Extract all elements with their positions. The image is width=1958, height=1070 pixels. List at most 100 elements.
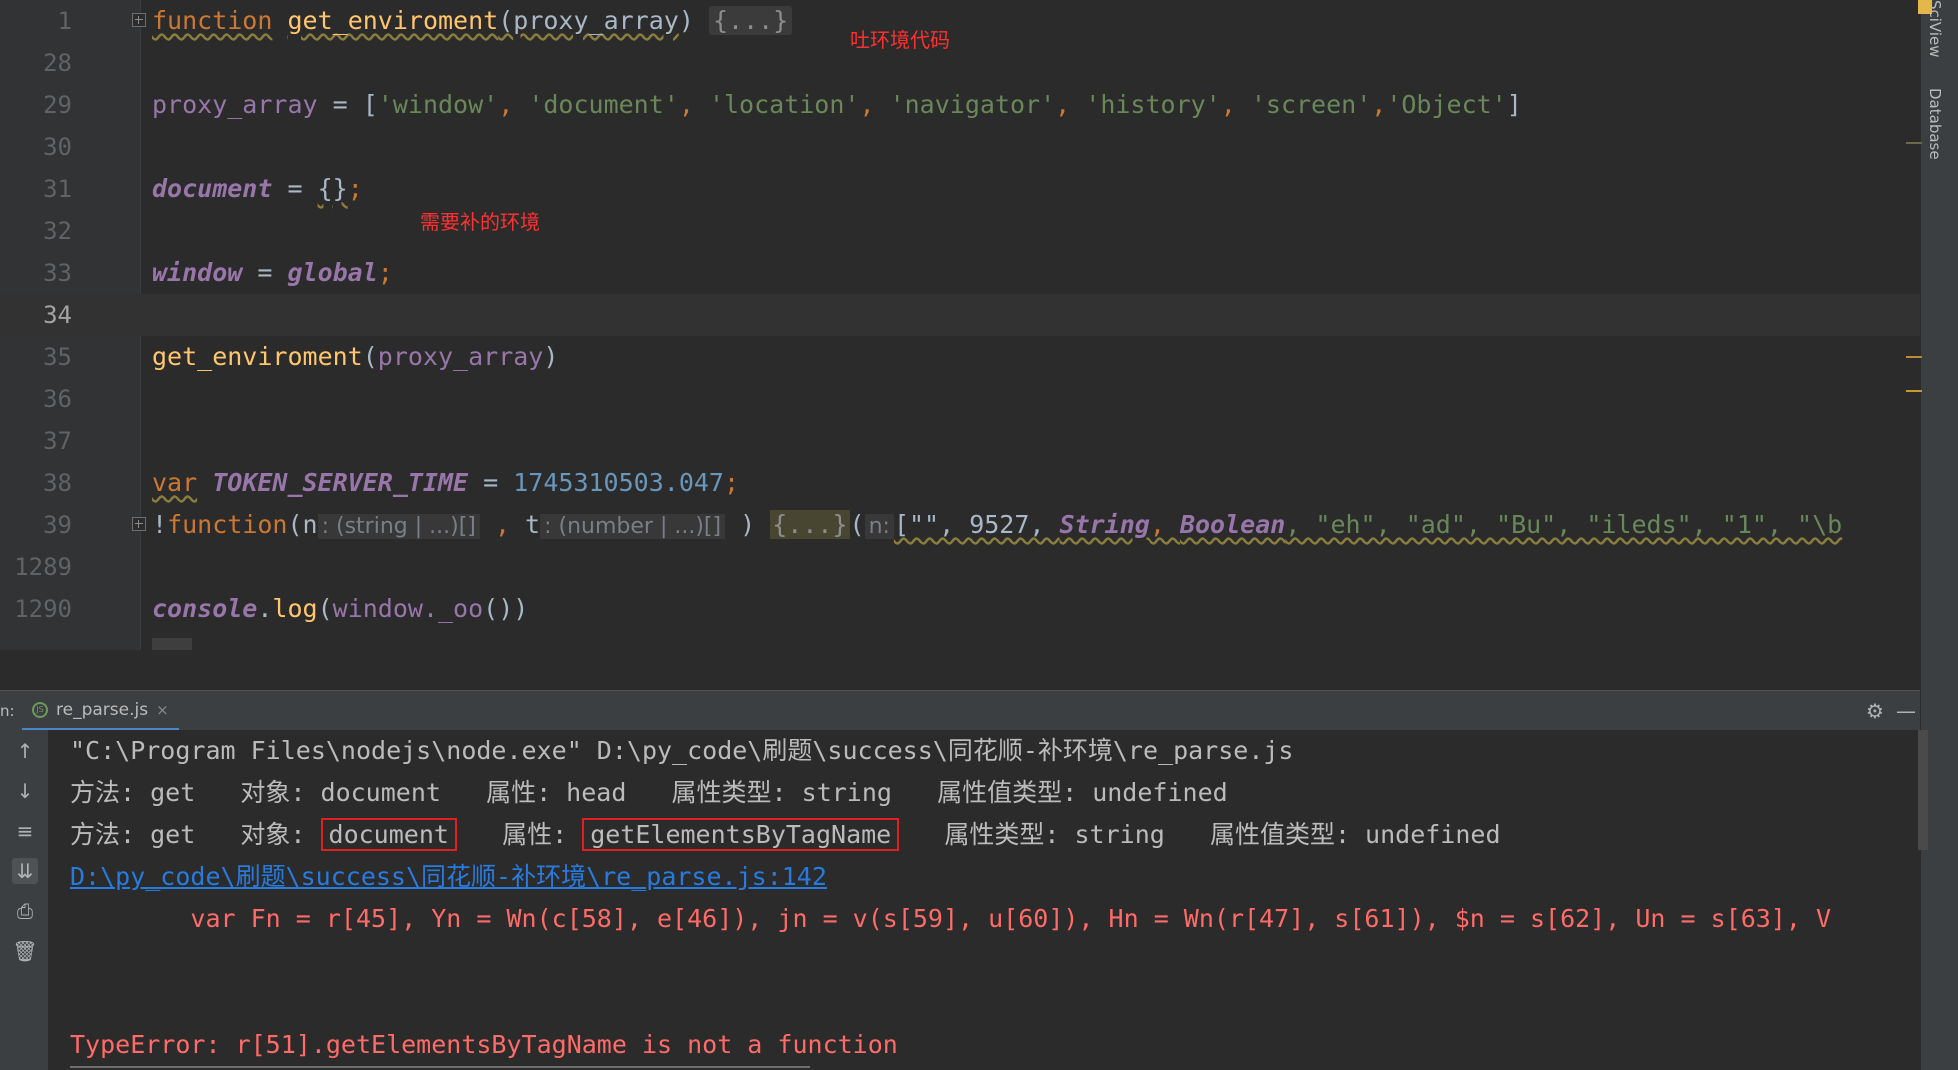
gear-icon[interactable]: ⚙ (1866, 699, 1884, 723)
code-line[interactable]: 1 function get_enviroment(proxy_array) {… (0, 0, 1920, 42)
argument: proxy_array (377, 342, 544, 371)
separator: , (1149, 510, 1180, 539)
console-selection-underline (70, 1066, 810, 1068)
code-line[interactable]: 1290 console.log(window._oo()) (0, 588, 1920, 630)
database-tab[interactable]: Database (1926, 88, 1944, 160)
keyword: function (152, 6, 273, 35)
keyword: function (167, 510, 288, 539)
run-tab-re-parse[interactable]: JS re_parse.js × (22, 691, 179, 731)
highlighted-property: getElementsByTagName (582, 818, 900, 851)
array-literal: ["", 9527, (893, 510, 1060, 539)
soft-wrap-icon[interactable]: ≡ (12, 818, 38, 844)
code-line[interactable]: 1289 (0, 546, 1920, 588)
code-line[interactable]: 29 proxy_array = ['window', 'document', … (0, 84, 1920, 126)
fold-expand-icon[interactable] (132, 13, 146, 27)
global-variable: document (152, 174, 273, 203)
variable: proxy_array (152, 90, 318, 119)
code-text: var TOKEN_SERVER_TIME = 1745310503.047; (152, 462, 739, 504)
global-variable: window (152, 258, 243, 287)
semicolon: ; (723, 468, 740, 497)
line-number: 37 (43, 427, 72, 455)
string-literal: 'navigator' (889, 90, 1056, 119)
operator: = (468, 468, 514, 497)
code-line[interactable]: 31 document = {}; (0, 168, 1920, 210)
separator: , (678, 90, 709, 119)
line-number: 35 (43, 343, 72, 371)
separator: , (1055, 90, 1086, 119)
semicolon: ; (377, 258, 393, 287)
function-name: get_enviroment (287, 6, 499, 35)
line-number: 1 (57, 7, 72, 35)
method-call: log (272, 594, 318, 623)
code-text: document = {}; (152, 168, 363, 210)
constant: TOKEN_SERVER_TIME (212, 468, 469, 497)
code-line[interactable]: 33 window = global; (0, 252, 1920, 294)
scroll-marker[interactable] (1906, 390, 1922, 392)
line-number: 34 (43, 301, 72, 329)
line-number: 38 (43, 469, 72, 497)
code-line[interactable]: 28 (0, 42, 1920, 84)
folded-block[interactable]: {...} (708, 6, 793, 35)
run-label: n: (0, 702, 15, 720)
operator: = (242, 258, 288, 287)
dot: . (257, 594, 273, 623)
nodejs-icon: JS (32, 701, 48, 718)
type-hint: : (string | ...)[] (317, 514, 480, 539)
code-line[interactable]: 36 (0, 378, 1920, 420)
operator: = [ (317, 90, 378, 119)
param-hint: n: (864, 514, 894, 539)
minimize-icon[interactable]: — (1896, 699, 1916, 723)
global-value: Boolean (1179, 510, 1286, 539)
code-editor[interactable]: 1 function get_enviroment(proxy_array) {… (0, 0, 1920, 650)
fold-expand-icon[interactable] (132, 517, 146, 531)
separator: , (859, 90, 890, 119)
console-file-link-line: D:\py_code\刷题\success\同花顺-补环境\re_parse.j… (70, 856, 827, 898)
warning-marker-icon[interactable] (1918, 0, 1932, 14)
scroll-to-end-icon[interactable]: ⇊ (12, 858, 38, 884)
output-text: 方法: get 对象: (70, 820, 321, 849)
line-number: 32 (43, 217, 72, 245)
print-icon[interactable]: ⎙ (12, 898, 38, 924)
separator: , (1371, 90, 1387, 119)
current-code-line[interactable]: 34 (0, 294, 1920, 336)
scroll-marker[interactable] (1906, 142, 1922, 144)
code-text: get_enviroment(proxy_array) (152, 336, 558, 378)
line-number: 36 (43, 385, 72, 413)
file-link[interactable]: D:\py_code\刷题\success\同花顺-补环境\re_parse.j… (70, 862, 827, 891)
close-icon[interactable]: × (156, 701, 169, 719)
code-line[interactable]: 32 (0, 210, 1920, 252)
console-error-code: var Fn = r[45], Yn = Wn(c[58], e[46]), j… (70, 904, 1831, 933)
console-command-line: "C:\Program Files\nodejs\node.exe" D:\py… (70, 736, 1294, 765)
right-tool-strip (1920, 0, 1958, 1070)
scroll-marker[interactable] (1906, 356, 1922, 358)
clear-all-icon[interactable]: 🗑 (12, 938, 38, 964)
line-number: 28 (43, 49, 72, 77)
console-output-line: 方法: get 对象: document 属性: getElementsByTa… (70, 814, 1501, 856)
code-line[interactable]: 39 !function(n: (string | ...)[] , t: (n… (0, 504, 1920, 546)
code-line[interactable]: 38 var TOKEN_SERVER_TIME = 1745310503.04… (0, 462, 1920, 504)
bracket: ] (1506, 90, 1522, 119)
code-line[interactable]: 37 (0, 420, 1920, 462)
string-literal: , "eh", "ad", "Bu", "ileds", "1", "\b (1285, 510, 1843, 539)
code-line[interactable]: 30 (0, 126, 1920, 168)
code-line[interactable]: 35 get_enviroment(proxy_array) (0, 336, 1920, 378)
line-number: 1290 (14, 595, 72, 623)
argument: window (332, 594, 423, 623)
keyword: var (152, 468, 198, 497)
line-number: 39 (43, 511, 72, 539)
console-scrollbar[interactable] (1918, 730, 1928, 850)
param: n (302, 510, 318, 539)
semicolon: ; (347, 174, 363, 203)
line-number: 1289 (14, 553, 72, 581)
annotation-need-env: 需要补的环境 (420, 210, 540, 234)
param: t (525, 510, 541, 539)
scroll-up-icon[interactable]: ↑ (12, 738, 38, 764)
highlighted-object: document (320, 818, 457, 851)
folded-block[interactable]: {...} (770, 510, 850, 539)
paren: ()) (483, 594, 529, 623)
code-text: function get_enviroment(proxy_array) {..… (152, 0, 793, 42)
paren: ) (678, 6, 694, 35)
property: ._oo (422, 594, 484, 623)
scroll-down-icon[interactable]: ↓ (12, 778, 38, 804)
line-number: 33 (43, 259, 72, 287)
